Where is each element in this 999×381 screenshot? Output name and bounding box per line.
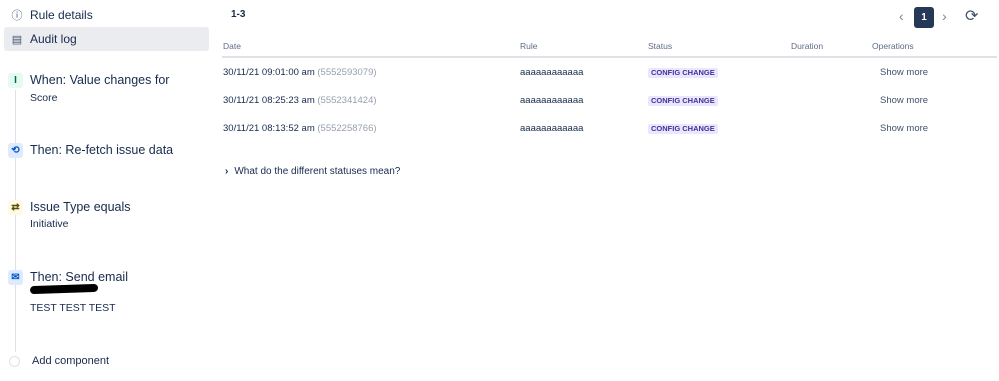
execution-id: (5552341424)	[317, 95, 377, 106]
page-button-current[interactable]: 1	[914, 7, 934, 28]
column-header-operations: Operations	[872, 41, 914, 51]
refresh-icon: ⟲	[8, 143, 23, 158]
date-value: 30/11/21 08:13:52 am	[223, 123, 315, 134]
component-title: Then: Re-fetch issue data	[30, 143, 174, 157]
status-badge: CONFIG CHANGE	[648, 96, 718, 106]
status-badge: CONFIG CHANGE	[648, 124, 718, 134]
nav-rule-details[interactable]: ⓘ Rule details	[4, 3, 209, 27]
component-title: Issue Type equals	[30, 200, 131, 214]
rule-cell: aaaaaaaaaaaa	[520, 123, 584, 134]
show-more-link[interactable]: Show more	[880, 91, 928, 111]
show-more-link[interactable]: Show more	[880, 119, 928, 139]
column-header-rule: Rule	[520, 41, 538, 51]
nav-rule-details-label: Rule details	[30, 8, 93, 22]
chevron-right-icon: ›	[225, 166, 229, 177]
component-subtitle: Score	[30, 92, 58, 104]
date-value: 30/11/21 09:01:00 am	[223, 67, 315, 78]
nav-audit-log[interactable]: ▤ Audit log	[4, 27, 209, 51]
status-help-label: What do the different statuses mean?	[234, 166, 401, 177]
execution-id: (5552258766)	[317, 123, 377, 134]
status-help-expander[interactable]: › What do the different statuses mean?	[225, 166, 400, 177]
table-row: 30/11/21 08:13:52 am (5552258766) aaaaaa…	[222, 119, 997, 139]
execution-id: (5552593079)	[317, 67, 377, 78]
redaction-mark	[29, 283, 99, 295]
sidebar: ⓘ Rule details ▤ Audit log I When: Value…	[0, 0, 212, 381]
rule-cell: aaaaaaaaaaaa	[520, 67, 584, 78]
column-header-duration: Duration	[791, 41, 824, 51]
date-cell: 30/11/21 08:13:52 am (5552258766)	[223, 119, 377, 139]
shuffle-icon: ⇄	[8, 200, 23, 215]
column-header-date: Date	[223, 41, 241, 51]
chevron-right-icon[interactable]: ›	[942, 8, 947, 24]
header-divider	[222, 56, 997, 58]
date-cell: 30/11/21 09:01:00 am (5552593079)	[223, 63, 377, 83]
refresh-icon[interactable]: ⟳	[965, 6, 978, 26]
column-header-status: Status	[648, 41, 673, 51]
info-icon: ⓘ	[11, 10, 23, 22]
rule-cell: aaaaaaaaaaaa	[520, 95, 584, 106]
nav-audit-log-label: Audit log	[30, 32, 77, 46]
date-value: 30/11/21 08:25:23 am	[223, 95, 315, 106]
results-range: 1-3	[231, 9, 246, 20]
date-cell: 30/11/21 08:25:23 am (5552341424)	[223, 91, 377, 111]
chevron-left-icon[interactable]: ‹	[899, 8, 904, 24]
table-row: 30/11/21 08:25:23 am (5552341424) aaaaaa…	[222, 91, 997, 111]
add-circle-icon	[9, 355, 20, 367]
component-subtitle: TEST TEST TEST	[30, 302, 116, 314]
document-icon: ▤	[11, 33, 23, 46]
component-subtitle: Initiative	[30, 218, 69, 230]
mail-icon: ✉	[8, 270, 23, 285]
audit-log-panel: 1-3 ‹ 1 › ⟳ Date Rule Status Duration Op…	[222, 0, 999, 381]
show-more-link[interactable]: Show more	[880, 63, 928, 83]
add-component-label: Add component	[32, 355, 110, 367]
status-badge: CONFIG CHANGE	[648, 68, 718, 78]
value-change-icon: I	[8, 73, 23, 88]
component-title: Then: Send email	[30, 270, 128, 284]
add-component-button[interactable]: Add component	[8, 353, 109, 369]
timeline-line	[15, 90, 16, 352]
component-title: When: Value changes for	[30, 73, 170, 87]
table-row: 30/11/21 09:01:00 am (5552593079) aaaaaa…	[222, 63, 997, 83]
